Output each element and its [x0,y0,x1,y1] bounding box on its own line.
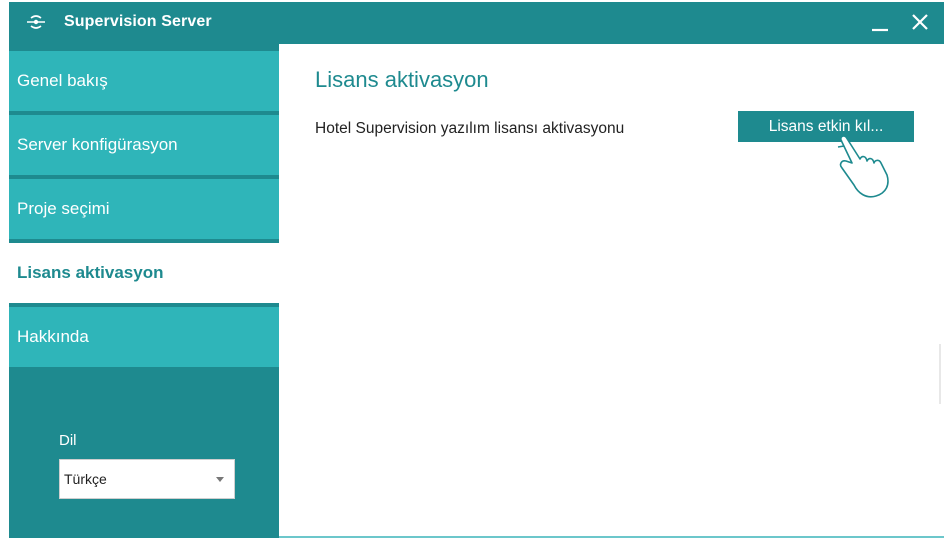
title-bar: Supervision Server [9,2,944,44]
sidebar: Genel bakış Server konfigürasyon Proje s… [9,44,279,538]
chevron-down-icon [216,477,224,482]
main-content: Lisans aktivasyon Hotel Supervision yazı… [279,44,944,538]
divider [279,536,944,538]
sidebar-item-label: Hakkında [17,327,89,346]
minimize-icon[interactable] [865,8,895,38]
sidebar-item-label: Lisans aktivasyon [17,263,164,282]
app-window: Supervision Server Genel bakış Server ko… [9,2,944,538]
sidebar-item-proje-secimi[interactable]: Proje seçimi [9,179,279,239]
window-title: Supervision Server [64,13,212,30]
sidebar-item-genel-bakis[interactable]: Genel bakış [9,51,279,111]
page-title: Lisans aktivasyon [315,67,489,92]
close-icon[interactable] [905,8,935,38]
hand-pointer-icon [835,133,889,198]
sidebar-item-lisans-aktivasyon[interactable]: Lisans aktivasyon [9,243,279,303]
language-label: Dil [59,432,77,449]
server-icon [27,15,45,29]
sidebar-item-hakkinda[interactable]: Hakkında [9,307,279,367]
sidebar-item-label: Genel bakış [17,71,108,90]
sidebar-item-label: Proje seçimi [17,199,110,218]
divider [939,344,941,404]
sidebar-item-server-konfigurasyon[interactable]: Server konfigürasyon [9,115,279,175]
language-select[interactable]: Türkçe [59,459,235,499]
license-activation-label: Hotel Supervision yazılım lisansı aktiva… [315,120,625,137]
language-selected-value: Türkçe [64,471,107,487]
sidebar-item-label: Server konfigürasyon [17,135,178,154]
